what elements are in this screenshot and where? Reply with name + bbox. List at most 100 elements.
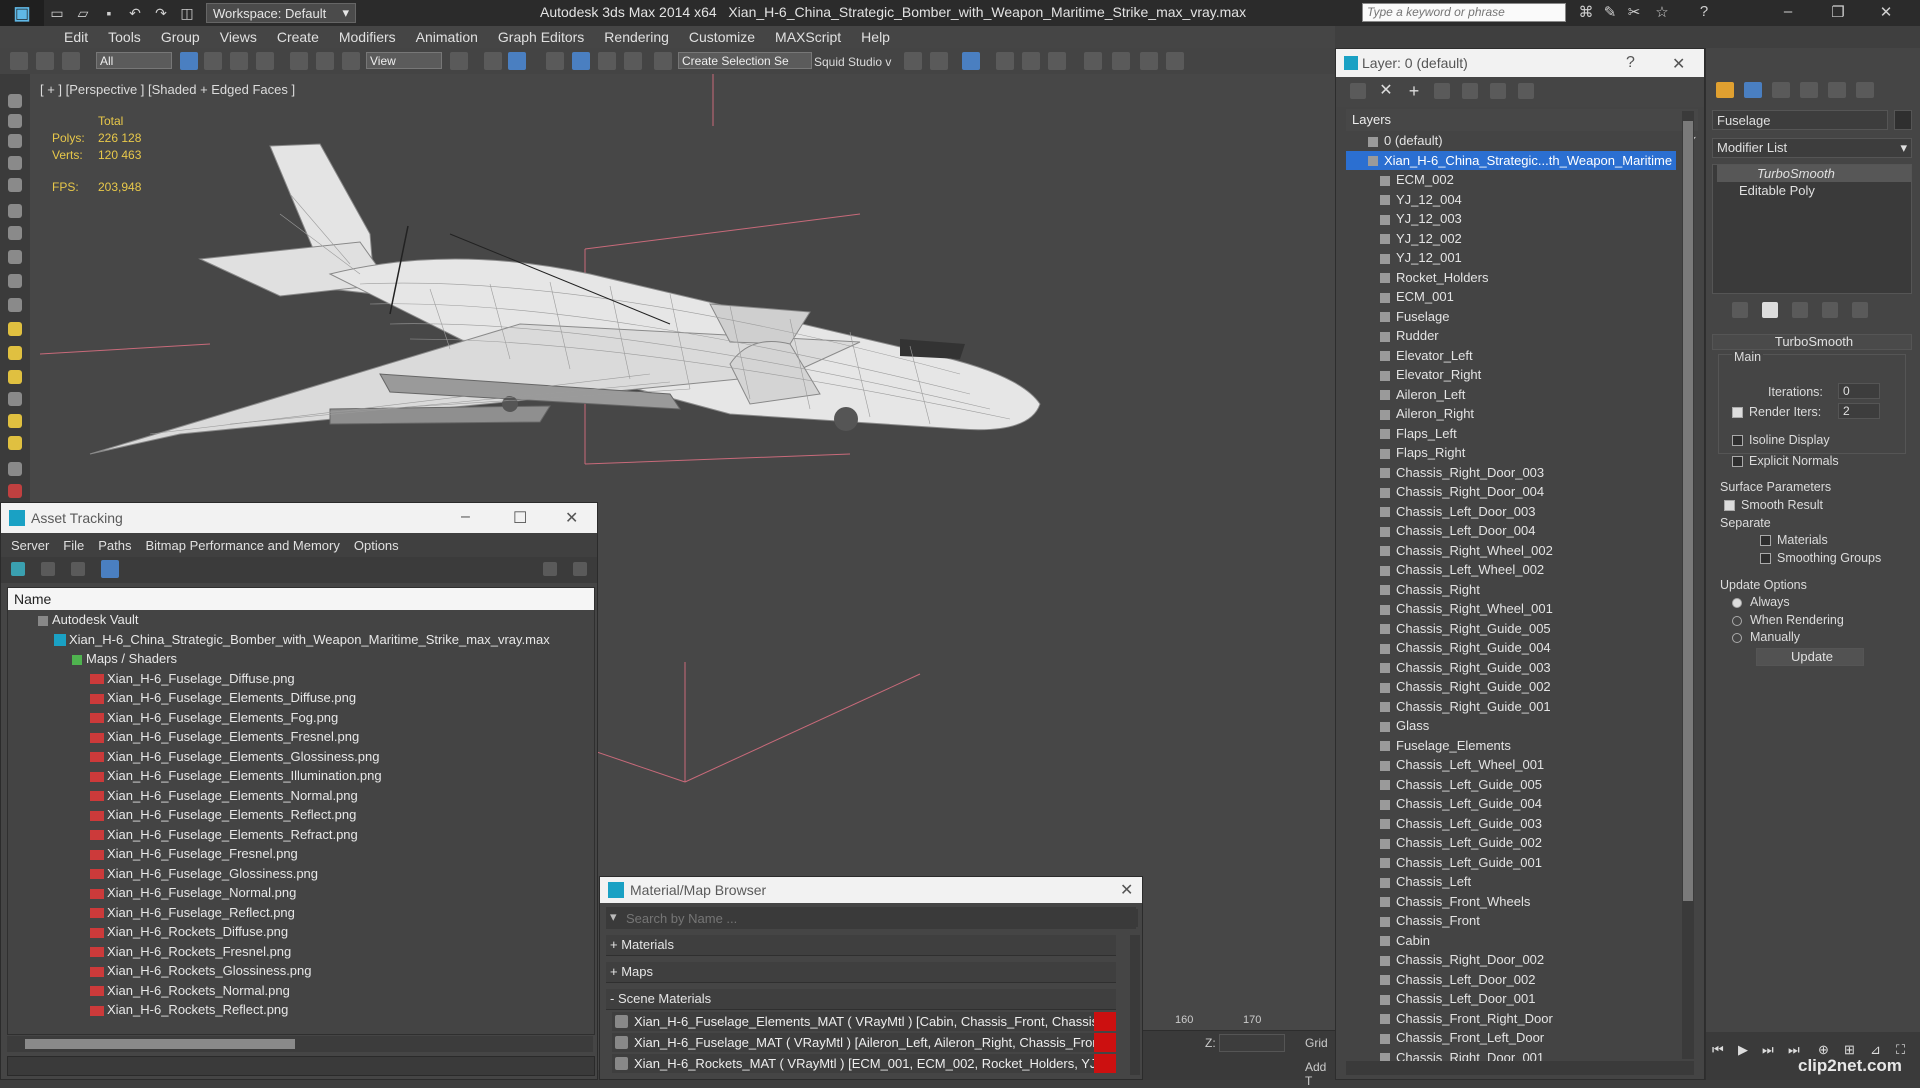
asset-map-row[interactable]: Xian_H-6_Fuselage_Glossiness.png (8, 864, 594, 884)
menu-paths[interactable]: Paths (98, 538, 131, 553)
layer-object-row[interactable]: Chassis_Right_Wheel_002 (1346, 541, 1553, 561)
viewport-label[interactable]: [ + ] [Perspective ] [Shaded + Edged Fac… (40, 82, 295, 97)
vault-row[interactable]: Autodesk Vault (8, 610, 594, 630)
strip-tool-icon[interactable] (8, 178, 22, 192)
turbosmooth-rollout-header[interactable]: TurboSmooth (1712, 334, 1912, 350)
percent-snap-icon[interactable] (598, 52, 616, 70)
asset-map-row[interactable]: Xian_H-6_Rockets_Reflect.png (8, 1000, 594, 1020)
layer-object-row[interactable]: Fuselage (1346, 307, 1449, 327)
layer-object-row[interactable]: Chassis_Right_Guide_004 (1346, 638, 1551, 658)
help-icon[interactable]: ? (1626, 54, 1635, 72)
menu-rendering[interactable]: Rendering (604, 29, 669, 45)
asset-map-row[interactable]: Xian_H-6_Fuselage_Elements_Fog.png (8, 708, 594, 728)
rotate-icon[interactable] (316, 52, 334, 70)
render-icon[interactable] (1166, 52, 1184, 70)
strip-tool-icon[interactable] (8, 226, 22, 240)
app-menu-button[interactable]: ▣ (0, 0, 44, 26)
menu-maxscript[interactable]: MAXScript (775, 29, 841, 45)
remove-modifier-icon[interactable] (1822, 302, 1838, 318)
make-unique-icon[interactable] (1792, 302, 1808, 318)
display-tab-icon[interactable] (1828, 82, 1846, 98)
track-bar[interactable] (1143, 1012, 1335, 1031)
layer-object-row[interactable]: Chassis_Left_Guide_002 (1346, 833, 1542, 853)
table-view-icon[interactable] (71, 562, 85, 576)
layer-object-row[interactable]: Chassis_Right_Guide_001 (1346, 697, 1551, 717)
layer-object-row[interactable]: Chassis_Front_Left_Door (1346, 1028, 1544, 1048)
layer-object-row[interactable]: Chassis_Left_Door_003 (1346, 502, 1535, 522)
smoothing-groups-checkbox[interactable] (1760, 553, 1771, 565)
layer-object-row[interactable]: Chassis_Left_Door_002 (1346, 970, 1535, 990)
object-name-field[interactable] (1712, 110, 1888, 130)
layer-object-row[interactable]: Chassis_Right_Door_003 (1346, 463, 1544, 483)
layer-explorer-icon[interactable] (962, 52, 980, 70)
layer-object-row[interactable]: Chassis_Right_Guide_003 (1346, 658, 1551, 678)
layer-object-row[interactable]: ECM_002 (1346, 170, 1454, 190)
layer-object-row[interactable]: Chassis_Front_Wheels (1346, 892, 1530, 912)
tools-icon[interactable]: ✎ (1600, 3, 1620, 23)
layer-object-row[interactable]: Aileron_Right (1346, 404, 1474, 424)
explicit-normals-checkbox[interactable] (1732, 456, 1743, 468)
selected-layer-row[interactable]: Xian_H-6_China_Strategic...th_Weapon_Mar… (1346, 150, 1676, 170)
layer-object-row[interactable]: YJ_12_002 (1346, 229, 1462, 249)
object-color-swatch[interactable] (1894, 110, 1912, 130)
asset-map-row[interactable]: Xian_H-6_Fuselage_Elements_Diffuse.png (8, 688, 594, 708)
asset-map-row[interactable]: Xian_H-6_Rockets_Normal.png (8, 981, 594, 1001)
layer-tool-icon[interactable] (1518, 83, 1534, 99)
menu-modifiers[interactable]: Modifiers (339, 29, 396, 45)
layer-tool-icon[interactable] (1350, 83, 1366, 99)
select-by-name-icon[interactable] (204, 52, 222, 70)
new-icon[interactable]: ▭ (46, 4, 68, 22)
asset-map-row[interactable]: Xian_H-6_Fuselage_Elements_Refract.png (8, 825, 594, 845)
maps-section[interactable]: + Maps (606, 962, 1116, 983)
pin-stack-icon[interactable] (1732, 302, 1748, 318)
close-icon[interactable]: ✕ (1672, 54, 1685, 74)
window-crossing-icon[interactable] (256, 52, 274, 70)
binoculars-icon[interactable]: ⌘ (1576, 3, 1596, 23)
scene-materials-section[interactable]: - Scene Materials (606, 989, 1116, 1010)
layer-object-row[interactable]: Flaps_Left (1346, 424, 1457, 444)
strip-tool-icon[interactable] (8, 462, 22, 476)
settings-icon[interactable] (573, 562, 587, 576)
menu-help[interactable]: Help (861, 29, 890, 45)
undo-icon[interactable]: ↶ (124, 4, 146, 22)
menu-customize[interactable]: Customize (689, 29, 755, 45)
materials-section[interactable]: + Materials (606, 935, 1116, 956)
strip-tool-icon[interactable] (8, 436, 22, 450)
help-icon[interactable] (543, 562, 557, 576)
strip-tool-icon[interactable] (8, 298, 22, 312)
maximize-icon[interactable]: ❐ (1828, 3, 1848, 23)
go-to-start-icon[interactable]: ⏮ (1712, 1042, 1724, 1058)
render-iters-row[interactable]: Render Iters: (1732, 405, 1821, 419)
asset-map-row[interactable]: Xian_H-6_Rockets_Diffuse.png (8, 922, 594, 942)
refresh-icon[interactable] (11, 562, 25, 576)
when-rendering-radio[interactable] (1732, 615, 1742, 626)
spinner-snap-icon[interactable] (624, 52, 642, 70)
asset-map-row[interactable]: Xian_H-6_Rockets_Glossiness.png (8, 961, 594, 981)
asset-horizontal-scrollbar[interactable] (7, 1036, 593, 1052)
align-icon[interactable] (930, 52, 948, 70)
asset-map-row[interactable]: Xian_H-6_Fuselage_Diffuse.png (8, 669, 594, 689)
layer-object-row[interactable]: Chassis_Right_Door_004 (1346, 482, 1544, 502)
menu-tools[interactable]: Tools (108, 29, 141, 45)
render-iters-checkbox[interactable] (1732, 407, 1743, 419)
strip-tool-icon[interactable] (8, 414, 22, 428)
modifier-list-dropdown[interactable]: Modifier List ▾ (1712, 138, 1912, 158)
iterations-spinner[interactable] (1838, 383, 1880, 399)
close-icon[interactable]: ✕ (1876, 3, 1896, 23)
scene-material-row[interactable]: Xian_H-6_Fuselage_MAT ( VRayMtl ) [Ailer… (612, 1033, 1116, 1052)
maps-group-row[interactable]: Maps / Shaders (8, 649, 594, 669)
stack-turbosmooth[interactable]: TurboSmooth (1717, 165, 1911, 182)
strip-tool-icon[interactable] (8, 370, 22, 384)
layer-object-row[interactable]: Chassis_Left_Wheel_001 (1346, 755, 1544, 775)
strip-tool-icon[interactable] (8, 156, 22, 170)
chevron-down-icon[interactable]: ▾ (610, 909, 617, 925)
layer-object-row[interactable]: Chassis_Left_Door_004 (1346, 521, 1535, 541)
layer-object-row[interactable]: Chassis_Right_Wheel_001 (1346, 599, 1553, 619)
delete-layer-icon[interactable]: ✕ (1378, 83, 1394, 99)
move-icon[interactable] (290, 52, 308, 70)
create-tab-icon[interactable] (1716, 82, 1734, 98)
asset-map-row[interactable]: Xian_H-6_Fuselage_Reflect.png (8, 903, 594, 923)
graphite-icon[interactable] (996, 52, 1014, 70)
smooth-result-checkbox[interactable] (1724, 500, 1735, 512)
layer-object-row[interactable]: Chassis_Right_Door_002 (1346, 950, 1544, 970)
